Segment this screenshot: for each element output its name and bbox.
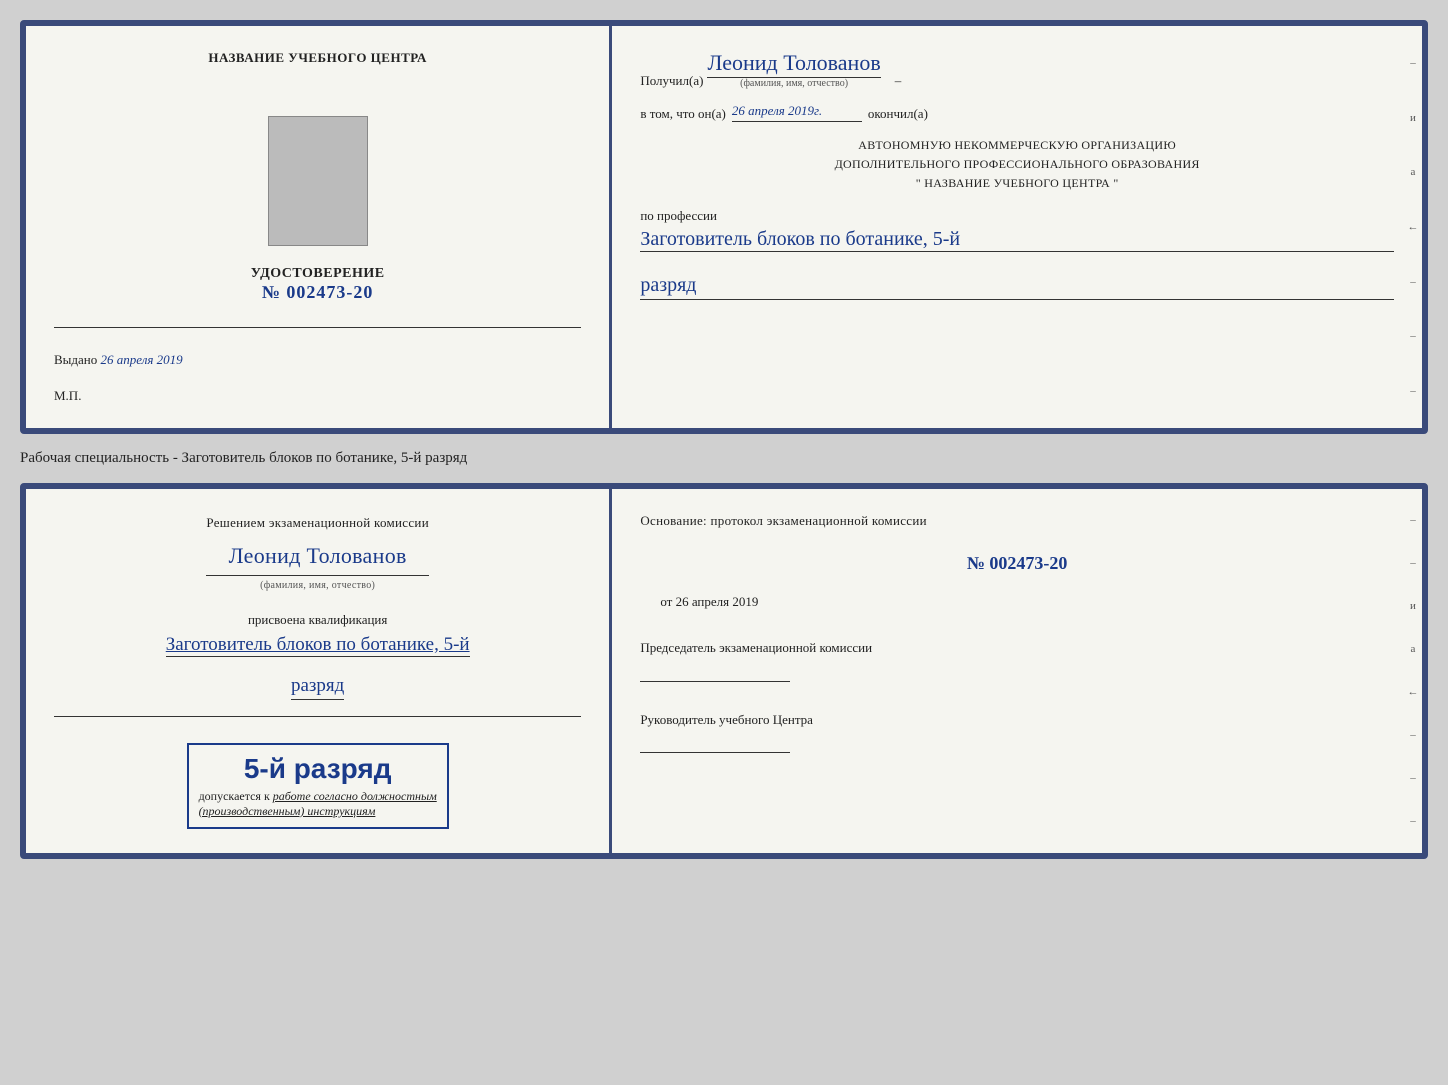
poluchil-prefix: Получил(а) xyxy=(640,73,703,89)
specialty-label: Рабочая специальность - Заготовитель бло… xyxy=(20,446,1428,471)
dopusk-prefix: допускается к xyxy=(199,789,270,803)
osnovanie-label: Основание: протокол экзаменационной коми… xyxy=(640,513,927,528)
side-letter-2: и xyxy=(1410,112,1416,124)
org-line2: ДОПОЛНИТЕЛЬНОГО ПРОФЕССИОНАЛЬНОГО ОБРАЗО… xyxy=(640,155,1394,174)
vtom-prefix: в том, что он(а) xyxy=(640,106,726,122)
vtom-date: 26 апреля 2019г. xyxy=(732,103,862,122)
ot-prefix: от xyxy=(660,594,672,609)
predsedatel-label: Председатель экзаменационной комиссии xyxy=(640,638,1394,658)
side-lower-1: – xyxy=(1410,514,1416,526)
prisvoena-label: присвоена квалификация xyxy=(166,612,470,628)
side-lines-lower: – – и а ← – – – xyxy=(1404,489,1422,853)
mp-label: М.П. xyxy=(54,388,81,404)
razryad-big: 5-й разряд xyxy=(199,753,437,785)
udostoverenie-label: УДОСТОВЕРЕНИЕ xyxy=(251,266,385,282)
rukovoditel-sig-line xyxy=(640,733,790,753)
side-lower-2: – xyxy=(1410,557,1416,569)
fio-label-lower: (фамилия, имя, отчество) xyxy=(206,578,429,594)
org-line1: АВТОНОМНУЮ НЕКОММЕРЧЕСКУЮ ОРГАНИЗАЦИЮ xyxy=(640,136,1394,155)
side-lower-7: – xyxy=(1410,772,1416,784)
fio-label-upper: (фамилия, имя, отчество) xyxy=(707,78,880,89)
side-lower-4: а xyxy=(1411,643,1416,655)
poluchil-block: Получил(а) Леонид Толованов (фамилия, им… xyxy=(640,50,1394,89)
po-professii-label: по профессии xyxy=(640,208,717,223)
resheniem-block: Решением экзаменационной комиссии Леонид… xyxy=(206,513,429,594)
side-lower-8: – xyxy=(1410,815,1416,827)
predsedatel-sig-line xyxy=(640,662,790,682)
side-lower-5: ← xyxy=(1407,686,1418,698)
side-letter-3: а xyxy=(1411,166,1416,178)
lower-cert-left: Решением экзаменационной комиссии Леонид… xyxy=(26,489,612,853)
side-letter-4: ← xyxy=(1407,221,1418,233)
recipient-name-lower: Леонид Толованов xyxy=(206,538,429,576)
predsedatel-block: Председатель экзаменационной комиссии xyxy=(640,638,1394,682)
side-lower-3: и xyxy=(1410,600,1416,612)
cert-number: № 002473-20 xyxy=(251,282,385,303)
resheniem-label: Решением экзаменационной комиссии xyxy=(206,513,429,534)
qualification-name: Заготовитель блоков по ботанике, 5-й xyxy=(166,634,470,657)
vydano-prefix: Выдано xyxy=(54,352,97,367)
lower-certificate: Решением экзаменационной комиссии Леонид… xyxy=(20,483,1428,859)
page-wrapper: НАЗВАНИЕ УЧЕБНОГО ЦЕНТРА УДОСТОВЕРЕНИЕ №… xyxy=(20,20,1428,859)
dopusk-box: 5-й разряд допускается к работе согласно… xyxy=(187,743,449,829)
rukovoditel-label: Руководитель учебного Центра xyxy=(640,710,1394,730)
side-lines-upper: – и а ← – – – xyxy=(1404,26,1422,428)
protocol-number: № 002473-20 xyxy=(640,553,1394,574)
okonchil-suffix: окончил(а) xyxy=(868,106,928,122)
vtom-block: в том, что он(а) 26 апреля 2019г. окончи… xyxy=(640,103,1394,122)
dopusk-italic: работе согласно должностным xyxy=(273,789,437,803)
upper-cert-right: Получил(а) Леонид Толованов (фамилия, им… xyxy=(612,26,1422,428)
ot-date-block: от 26 апреля 2019 xyxy=(660,594,1394,610)
cert-number-block: УДОСТОВЕРЕНИЕ № 002473-20 xyxy=(251,266,385,303)
lower-cert-right: Основание: протокол экзаменационной коми… xyxy=(612,489,1422,853)
dash-upper: – xyxy=(895,73,902,89)
side-letter-1: – xyxy=(1410,57,1416,69)
razryad-upper: разряд xyxy=(640,274,1394,300)
ot-date: 26 апреля 2019 xyxy=(676,594,759,609)
osnovanie-block: Основание: протокол экзаменационной коми… xyxy=(640,513,1394,529)
po-professii-block: по профессии Заготовитель блоков по бота… xyxy=(640,208,1394,252)
training-center-title: НАЗВАНИЕ УЧЕБНОГО ЦЕНТРА xyxy=(208,50,427,66)
prisvoena-block: присвоена квалификация Заготовитель блок… xyxy=(166,612,470,657)
side-letter-7: – xyxy=(1410,385,1416,397)
photo-placeholder xyxy=(268,116,368,246)
profession-name-upper: Заготовитель блоков по ботанике, 5-й xyxy=(640,228,1394,252)
dopusk-italic2: (производственным) инструкциям xyxy=(199,804,376,818)
org-line3: " НАЗВАНИЕ УЧЕБНОГО ЦЕНТРА " xyxy=(640,174,1394,193)
org-block: АВТОНОМНУЮ НЕКОММЕРЧЕСКУЮ ОРГАНИЗАЦИЮ ДО… xyxy=(640,136,1394,194)
recipient-name-upper: Леонид Толованов xyxy=(707,50,880,78)
dopusk-text: допускается к работе согласно должностны… xyxy=(199,789,437,819)
side-letter-5: – xyxy=(1410,276,1416,288)
vydano-date: 26 апреля 2019 xyxy=(101,352,183,367)
rukovoditel-block: Руководитель учебного Центра xyxy=(640,710,1394,754)
vydano-block: Выдано 26 апреля 2019 xyxy=(54,352,581,368)
upper-cert-left: НАЗВАНИЕ УЧЕБНОГО ЦЕНТРА УДОСТОВЕРЕНИЕ №… xyxy=(26,26,612,428)
side-lower-6: – xyxy=(1410,729,1416,741)
razryad-lower: разряд xyxy=(291,675,344,700)
side-letter-6: – xyxy=(1410,330,1416,342)
upper-certificate: НАЗВАНИЕ УЧЕБНОГО ЦЕНТРА УДОСТОВЕРЕНИЕ №… xyxy=(20,20,1428,434)
